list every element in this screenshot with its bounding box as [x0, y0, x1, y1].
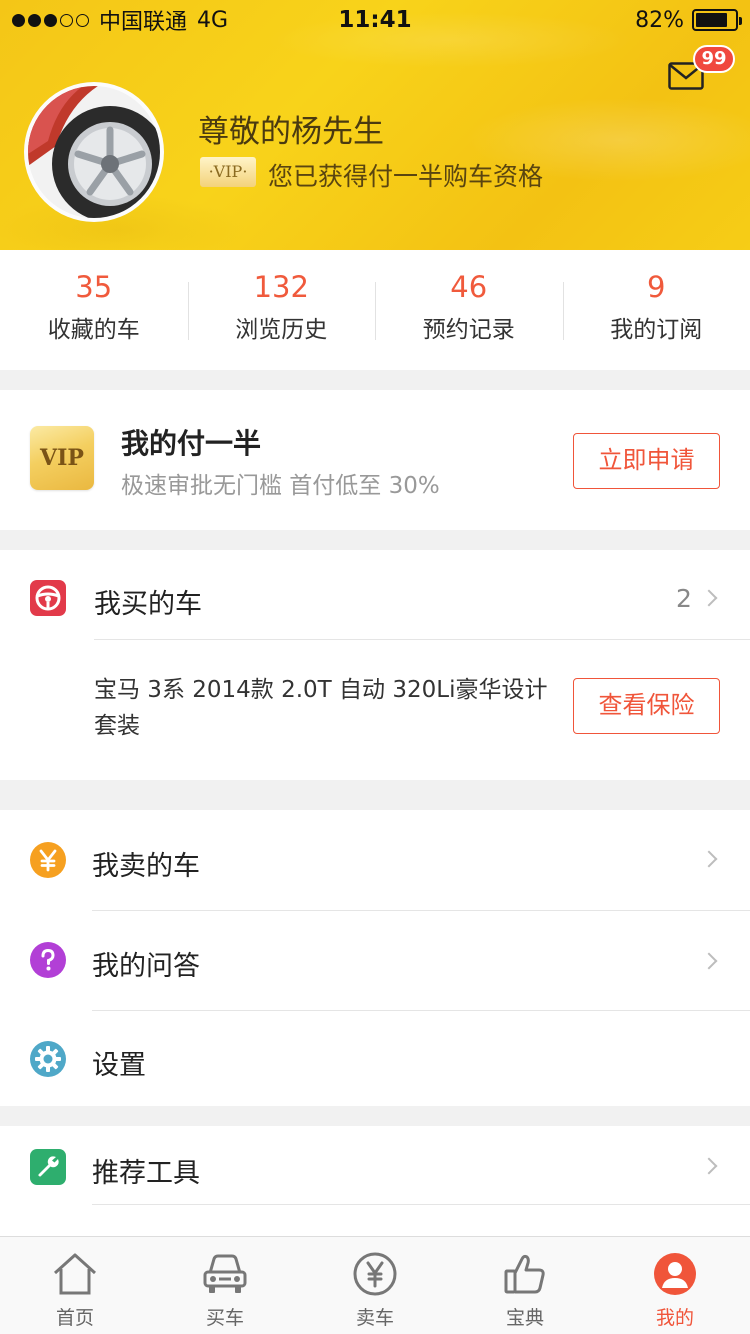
divider — [94, 639, 750, 640]
divider — [92, 910, 750, 911]
user-name: 尊敬的杨先生 — [198, 114, 384, 150]
vip-status-text: 您已获得付一半购车资格 — [268, 162, 544, 191]
home-icon — [53, 1253, 97, 1295]
apply-now-button[interactable]: 立即申请 — [573, 433, 720, 489]
car-wheel-image — [28, 86, 160, 218]
yen-icon — [30, 842, 66, 878]
bought-cars-label[interactable]: 我买的车 — [94, 582, 202, 621]
tab-label: 买车 — [205, 1307, 244, 1329]
divider — [92, 1010, 750, 1011]
mail-badge: 99 — [693, 45, 735, 73]
wrench-icon — [30, 1149, 66, 1185]
bought-cars-count: 2 — [676, 584, 692, 613]
vip-card-title: 我的付一半 — [121, 427, 262, 460]
vip-badge-icon: VIP — [30, 426, 94, 490]
divider — [92, 1204, 750, 1205]
network-type: 4G — [197, 7, 229, 33]
avatar[interactable] — [24, 82, 164, 222]
car-description: 宝马 3系 2014款 2.0T 自动 320Li豪华设计套装 — [94, 677, 548, 739]
profile-header: 中国联通 4G 11:41 82% 99 尊敬的杨先生 ·VIP· 您已获得付一… — [0, 0, 750, 250]
stat-appointments[interactable]: 46 预约记录 — [375, 250, 563, 370]
menu-item-tools[interactable]: 推荐工具 — [92, 1151, 200, 1190]
car-icon — [203, 1254, 247, 1293]
tab-buy[interactable]: 买车 — [150, 1237, 300, 1334]
carrier-name: 中国联通 — [99, 10, 188, 35]
menu-item-qa[interactable]: 我的问答 — [92, 944, 200, 983]
stats-bar: 35 收藏的车 132 浏览历史 46 预约记录 9 我的订阅 — [0, 250, 750, 370]
question-icon — [30, 942, 66, 978]
tab-label: 卖车 — [355, 1307, 394, 1329]
status-bar: 中国联通 4G 11:41 82% — [0, 0, 750, 40]
stat-label: 收藏的车 — [47, 317, 140, 343]
stat-label: 我的订阅 — [610, 317, 703, 343]
menu-item-settings[interactable]: 设置 — [92, 1043, 146, 1082]
battery-icon — [692, 9, 742, 31]
stat-label: 浏览历史 — [235, 317, 328, 343]
tab-label: 首页 — [55, 1307, 94, 1329]
tab-mine[interactable]: 我的 — [600, 1237, 750, 1334]
gear-icon — [30, 1041, 66, 1077]
stat-label: 预约记录 — [422, 317, 515, 343]
tab-label: 我的 — [655, 1307, 694, 1329]
stat-value: 35 — [75, 270, 113, 304]
signal-strength-icon — [12, 13, 89, 27]
yen-circle-icon — [353, 1252, 397, 1296]
tab-label: 宝典 — [505, 1307, 544, 1329]
stat-subscriptions[interactable]: 9 我的订阅 — [562, 250, 750, 370]
battery-percent: 82% — [635, 7, 684, 33]
tab-home[interactable]: 首页 — [0, 1237, 150, 1334]
stat-value: 9 — [647, 270, 666, 304]
view-insurance-button[interactable]: 查看保险 — [573, 678, 720, 734]
status-time: 11:41 — [338, 7, 412, 33]
tab-guide[interactable]: 宝典 — [450, 1237, 600, 1334]
vip-card-subtitle: 极速审批无门槛 首付低至 30% — [121, 473, 440, 499]
stat-favorites[interactable]: 35 收藏的车 — [0, 250, 188, 370]
steering-wheel-icon — [30, 580, 66, 616]
tab-sell[interactable]: 卖车 — [300, 1237, 450, 1334]
stat-value: 46 — [450, 270, 488, 304]
thumbs-up-icon — [504, 1254, 545, 1294]
tab-bar: 首页 买车 卖车 宝典 我的 — [0, 1236, 750, 1334]
stat-history[interactable]: 132 浏览历史 — [187, 250, 376, 370]
menu-item-sold-cars[interactable]: 我卖的车 — [92, 844, 200, 883]
user-icon — [654, 1253, 696, 1295]
vip-tag: ·VIP· — [200, 157, 256, 187]
stat-value: 132 — [253, 270, 309, 304]
